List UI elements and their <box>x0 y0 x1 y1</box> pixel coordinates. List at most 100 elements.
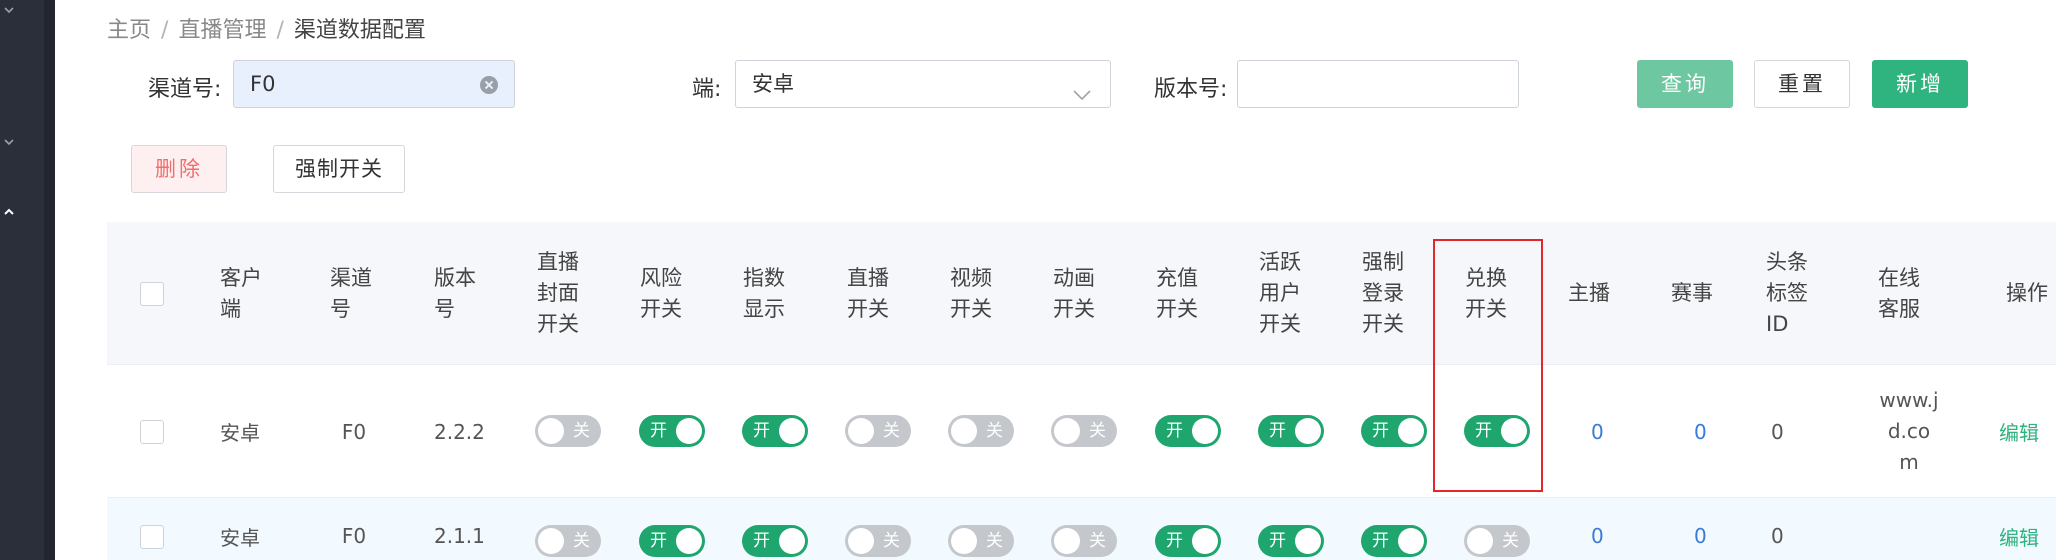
switch-knob <box>848 528 874 554</box>
cell-version: 2.2.2 <box>434 419 485 444</box>
switch-knob <box>676 528 702 554</box>
toggle-recharge-switch[interactable]: 开 <box>1155 525 1221 557</box>
edit-link[interactable]: 编辑 <box>1999 365 2039 498</box>
toggle-active-user-switch[interactable]: 开 <box>1258 525 1324 557</box>
switch-state-label: 关 <box>1089 421 1106 441</box>
header-headline-tag-id: 头条 标签 ID <box>1766 250 1808 336</box>
switch-knob <box>1398 418 1424 444</box>
table-row: 安卓 F0 2.1.1 0 0 0 编辑 关 开 开 关 关 关 开 开 开 关 <box>107 498 2056 560</box>
switch-state-label: 关 <box>573 421 590 441</box>
cell-headline-tag-id: 0 <box>1771 524 1784 548</box>
breadcrumb-separator: / <box>276 18 284 43</box>
switch-state-label: 开 <box>1372 531 1389 551</box>
header-active-user-switch: 活跃 用户 开关 <box>1259 250 1301 336</box>
header-index-display: 指数 显示 <box>743 265 785 321</box>
table-row: 安卓 F0 2.2.2 0 0 0 www.j d.co m 编辑 关 开 开 关 关 关 开 开… <box>107 365 2056 498</box>
header-actions: 操作 <box>2006 281 2048 305</box>
cell-online-service: www.j d.co m <box>1879 388 1939 474</box>
cell-client: 安卓 <box>220 421 260 445</box>
switch-state-label: 开 <box>1269 531 1286 551</box>
toggle-video-switch[interactable]: 关 <box>948 415 1014 447</box>
switch-state-label: 开 <box>753 531 770 551</box>
sidebar <box>0 0 55 560</box>
toggle-force-login-switch[interactable]: 开 <box>1361 415 1427 447</box>
toggle-risk-switch[interactable]: 开 <box>639 525 705 557</box>
switch-state-label: 开 <box>1475 421 1492 441</box>
switch-state-label: 关 <box>883 421 900 441</box>
toggle-risk-switch[interactable]: 开 <box>639 415 705 447</box>
header-anchor: 主播 <box>1568 281 1610 305</box>
switch-state-label: 开 <box>1166 531 1183 551</box>
toggle-index-display-switch[interactable]: 开 <box>742 525 808 557</box>
add-button[interactable]: 新增 <box>1872 60 1968 108</box>
toggle-live-cover-switch[interactable]: 关 <box>535 525 601 557</box>
switch-state-label: 关 <box>986 531 1003 551</box>
switch-state-label: 关 <box>1089 531 1106 551</box>
header-online-service: 在线 客服 <box>1878 265 1920 321</box>
toggle-animation-switch[interactable]: 关 <box>1051 525 1117 557</box>
chevron-down-icon[interactable] <box>2 2 16 16</box>
switch-state-label: 开 <box>1269 421 1286 441</box>
switch-state-label: 关 <box>1502 531 1519 551</box>
switch-state-label: 开 <box>1166 421 1183 441</box>
toggle-exchange-switch[interactable]: 开 <box>1464 415 1530 447</box>
switch-knob <box>1295 418 1321 444</box>
header-version: 版本号 <box>434 265 476 321</box>
version-label: 版本号: <box>1154 77 1228 102</box>
cell-anchor[interactable]: 0 <box>1591 365 1604 498</box>
clear-icon[interactable] <box>480 76 498 94</box>
toggle-video-switch[interactable]: 关 <box>948 525 1014 557</box>
toggle-force-login-switch[interactable]: 开 <box>1361 525 1427 557</box>
breadcrumb: 主页 / 直播管理 / 渠道数据配置 <box>107 12 426 44</box>
breadcrumb-live-management[interactable]: 直播管理 <box>178 18 266 43</box>
toggle-exchange-switch[interactable]: 关 <box>1464 525 1530 557</box>
breadcrumb-home[interactable]: 主页 <box>107 18 151 43</box>
switch-state-label: 关 <box>986 421 1003 441</box>
table-header: 客户端 渠道号 版本号 直播 封面 开关 风险 开关 指数 显示 直播 开关 视频 开关 动… <box>107 222 2056 365</box>
channel-config-table: 客户端 渠道号 版本号 直播 封面 开关 风险 开关 指数 显示 直播 开关 视频 开关 动… <box>107 222 2056 560</box>
toggle-recharge-switch[interactable]: 开 <box>1155 415 1221 447</box>
cell-event[interactable]: 0 <box>1694 516 1707 556</box>
cell-anchor[interactable]: 0 <box>1591 516 1604 556</box>
row-checkbox[interactable] <box>140 525 164 549</box>
chevron-up-icon[interactable] <box>2 204 16 218</box>
toggle-animation-switch[interactable]: 关 <box>1051 415 1117 447</box>
platform-select[interactable]: 安卓 <box>735 60 1111 108</box>
cell-client: 安卓 <box>220 525 260 550</box>
cell-event[interactable]: 0 <box>1694 365 1707 498</box>
reset-button[interactable]: 重置 <box>1754 60 1850 108</box>
select-all-checkbox[interactable] <box>140 282 164 306</box>
switch-knob <box>538 418 564 444</box>
switch-knob <box>1054 528 1080 554</box>
toggle-live-switch[interactable]: 关 <box>845 415 911 447</box>
switch-knob <box>676 418 702 444</box>
switch-knob <box>779 418 805 444</box>
delete-button[interactable]: 删除 <box>131 145 227 193</box>
row-checkbox[interactable] <box>140 420 164 444</box>
header-video-switch: 视频 开关 <box>950 265 992 321</box>
toggle-index-display-switch[interactable]: 开 <box>742 415 808 447</box>
toggle-live-switch[interactable]: 关 <box>845 525 911 557</box>
force-switch-button[interactable]: 强制开关 <box>273 145 405 193</box>
sidebar-scrollbar[interactable] <box>44 0 55 560</box>
toggle-active-user-switch[interactable]: 开 <box>1258 415 1324 447</box>
toggle-live-cover-switch[interactable]: 关 <box>535 415 601 447</box>
header-live-switch: 直播 开关 <box>847 265 889 321</box>
query-button[interactable]: 查询 <box>1637 60 1733 108</box>
version-input[interactable] <box>1237 60 1519 108</box>
header-event: 赛事 <box>1671 281 1713 305</box>
header-force-login-switch: 强制 登录 开关 <box>1362 250 1404 336</box>
channel-input[interactable]: F0 <box>233 60 515 108</box>
switch-state-label: 开 <box>650 421 667 441</box>
switch-knob <box>951 418 977 444</box>
header-risk-switch: 风险 开关 <box>640 265 682 321</box>
switch-knob <box>779 528 805 554</box>
switch-state-label: 关 <box>883 531 900 551</box>
breadcrumb-current: 渠道数据配置 <box>293 18 426 43</box>
edit-link[interactable]: 编辑 <box>1999 516 2039 556</box>
switch-knob <box>1295 528 1321 554</box>
chevron-down-icon[interactable] <box>2 134 16 148</box>
switch-knob <box>538 528 564 554</box>
cell-channel: F0 <box>341 524 367 548</box>
switch-knob <box>848 418 874 444</box>
